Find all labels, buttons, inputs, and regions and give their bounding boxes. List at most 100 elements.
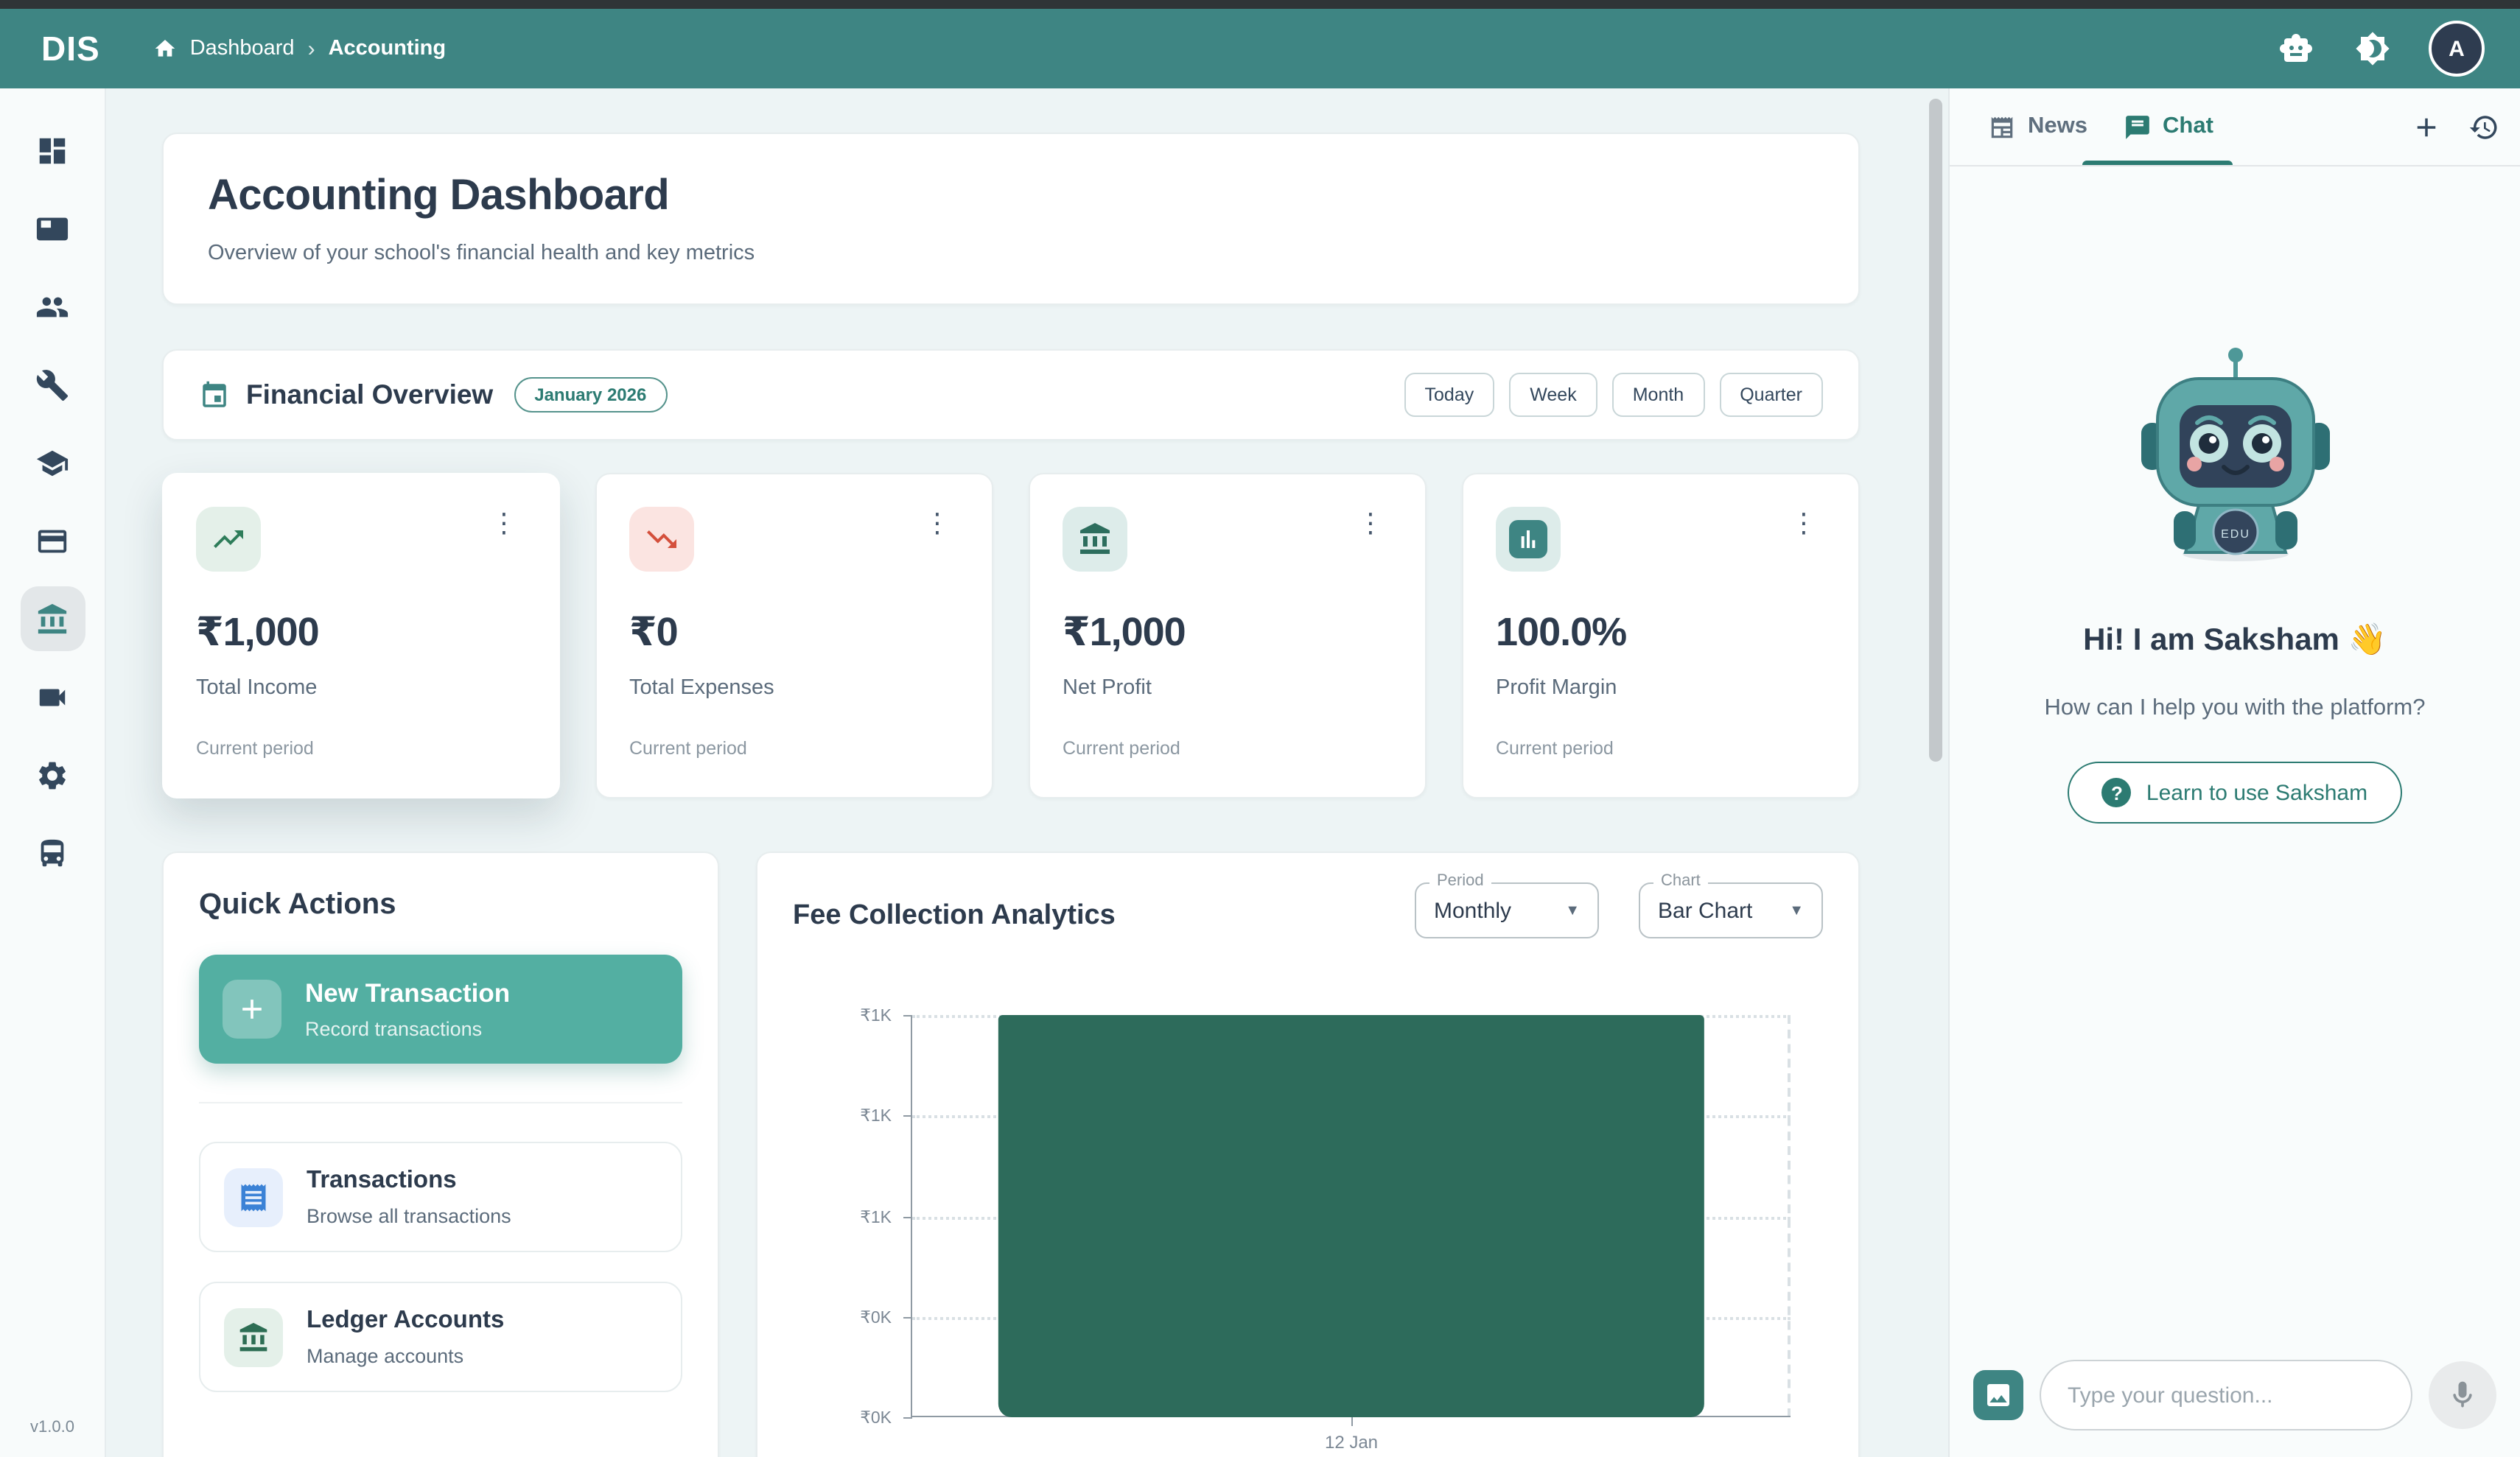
sidebar-item-settings[interactable] <box>20 742 85 807</box>
page-header-card: Accounting Dashboard Overview of your sc… <box>162 133 1860 305</box>
history-icon[interactable] <box>2468 111 2499 142</box>
breadcrumb-accounting: Accounting <box>329 37 447 60</box>
bar-chart-icon <box>1496 507 1561 572</box>
metric-value: ₹0 <box>629 610 959 656</box>
metric-value: ₹1,000 <box>1063 610 1393 656</box>
quick-actions-title: Quick Actions <box>199 888 682 922</box>
chevron-down-icon: ▼ <box>1789 903 1804 919</box>
bank-icon <box>1063 507 1127 572</box>
metric-period: Current period <box>1063 738 1393 759</box>
period-select-value: Monthly <box>1434 899 1511 924</box>
sidebar-item-academics[interactable] <box>20 430 85 495</box>
y-tick-label: ₹1K <box>794 1206 892 1226</box>
mic-button[interactable] <box>2429 1361 2496 1429</box>
learn-to-use-button[interactable]: ? Learn to use Saksham <box>2068 762 2401 824</box>
metric-cards: ⋮ ₹1,000 Total Income Current period ⋮ ₹… <box>162 473 1860 798</box>
receipt-icon <box>224 1168 283 1226</box>
metric-label: Profit Margin <box>1496 676 1826 700</box>
kebab-menu-icon[interactable]: ⋮ <box>915 507 959 539</box>
metric-period: Current period <box>1496 738 1826 759</box>
period-select[interactable]: Period Monthly ▼ <box>1415 882 1599 938</box>
payments-card-icon <box>35 524 69 558</box>
avatar[interactable]: A <box>2429 21 2485 77</box>
dashboard-icon <box>35 133 69 167</box>
mascot-badge: EDU <box>2220 528 2250 541</box>
y-tick-label: ₹1K <box>794 1106 892 1126</box>
metric-label: Net Profit <box>1063 676 1393 700</box>
sidebar-item-tools[interactable] <box>20 352 85 417</box>
robot-icon[interactable] <box>2278 31 2314 66</box>
kebab-menu-icon[interactable]: ⋮ <box>1348 507 1393 539</box>
media-card-icon <box>35 211 69 245</box>
chevron-down-icon: ▼ <box>1565 903 1580 919</box>
metric-card-net-profit[interactable]: ⋮ ₹1,000 Net Profit Current period <box>1029 473 1427 798</box>
tools-icon <box>35 368 69 401</box>
new-chat-plus-icon[interactable] <box>2411 111 2442 142</box>
assistant-tabbar: News Chat <box>1950 88 2520 166</box>
ledger-accounts-button[interactable]: Ledger Accounts Manage accounts <box>199 1282 682 1392</box>
metric-card-profit-margin[interactable]: ⋮ 100.0% Profit Margin Current period <box>1462 473 1860 798</box>
chart-type-select[interactable]: Chart Bar Chart ▼ <box>1639 882 1823 938</box>
sidebar-item-dashboard[interactable] <box>20 118 85 183</box>
metric-period: Current period <box>629 738 959 759</box>
tab-news-label: News <box>2028 113 2087 140</box>
new-transaction-button[interactable]: New Transaction Record transactions <box>199 955 682 1064</box>
plus-icon <box>223 980 281 1039</box>
financial-overview-bar: Financial Overview January 2026 Today We… <box>162 349 1860 440</box>
chart-select-value: Bar Chart <box>1658 899 1752 924</box>
screen: DIS Dashboard › Accounting A v1.0.0 <box>0 0 2520 1457</box>
sidebar-item-accounting[interactable] <box>20 586 85 651</box>
transactions-button[interactable]: Transactions Browse all transactions <box>199 1142 682 1252</box>
chart-select-label: Chart <box>1653 872 1708 890</box>
week-button[interactable]: Week <box>1509 373 1597 417</box>
theme-toggle-icon[interactable] <box>2355 31 2390 66</box>
month-button[interactable]: Month <box>1612 373 1705 417</box>
tab-chat[interactable]: Chat <box>2105 88 2231 165</box>
today-button[interactable]: Today <box>1404 373 1495 417</box>
new-transaction-sublabel: Record transactions <box>305 1018 510 1040</box>
period-badge: January 2026 <box>514 377 667 412</box>
metric-label: Total Income <box>196 676 526 700</box>
quarter-button[interactable]: Quarter <box>1719 373 1823 417</box>
sidebar-item-media[interactable] <box>20 196 85 261</box>
question-input[interactable] <box>2040 1360 2412 1430</box>
metric-card-total-expenses[interactable]: ⋮ ₹0 Total Expenses Current period <box>595 473 993 798</box>
breadcrumb-dashboard[interactable]: Dashboard <box>190 37 295 60</box>
main-content: Accounting Dashboard Overview of your sc… <box>106 88 1948 1457</box>
y-tick-label: ₹0K <box>794 1407 892 1428</box>
learn-button-label: Learn to use Saksham <box>2146 780 2367 805</box>
kebab-menu-icon[interactable]: ⋮ <box>482 507 526 539</box>
sidebar-item-payments[interactable] <box>20 508 85 573</box>
assistant-question: How can I help you with the platform? <box>2045 695 2426 722</box>
sidebar-item-people[interactable] <box>20 274 85 339</box>
collected-bar[interactable] <box>998 1015 1704 1417</box>
saksham-mascot: EDU <box>2124 340 2345 564</box>
ledger-accounts-label: Ledger Accounts <box>307 1307 504 1335</box>
trending-down-icon <box>629 507 694 572</box>
sidebar-item-video[interactable] <box>20 664 85 729</box>
metric-card-total-income[interactable]: ⋮ ₹1,000 Total Income Current period <box>162 473 560 798</box>
people-icon <box>35 289 69 323</box>
transactions-sublabel: Browse all transactions <box>307 1205 511 1227</box>
new-transaction-label: New Transaction <box>305 978 510 1009</box>
transactions-label: Transactions <box>307 1167 511 1195</box>
x-tick-label: 12 Jan <box>1325 1432 1378 1453</box>
period-button-group: Today Week Month Quarter <box>1404 373 1823 417</box>
mic-icon <box>2446 1379 2479 1411</box>
home-icon[interactable] <box>153 37 177 60</box>
chevron-right-icon: › <box>308 36 315 61</box>
sidebar: v1.0.0 <box>0 88 106 1457</box>
kebab-menu-icon[interactable]: ⋮ <box>1782 507 1826 539</box>
attach-image-button[interactable] <box>1973 1370 2023 1420</box>
bar-chart: ₹1K ₹1K ₹1K ₹0K ₹0K 12 Ja <box>911 1015 1791 1457</box>
window-titlebar <box>0 0 2520 9</box>
brand-logo[interactable]: DIS <box>41 29 100 69</box>
sidebar-item-transport[interactable] <box>20 821 85 885</box>
period-select-label: Period <box>1429 872 1491 890</box>
tab-news[interactable]: News <box>1970 88 2105 165</box>
breadcrumb: Dashboard › Accounting <box>153 36 446 61</box>
main-scrollbar[interactable] <box>1929 99 1942 762</box>
fee-collection-analytics-card: Fee Collection Analytics Period Monthly … <box>756 852 1860 1457</box>
calendar-icon <box>199 379 230 410</box>
x-tick <box>1351 1417 1353 1426</box>
